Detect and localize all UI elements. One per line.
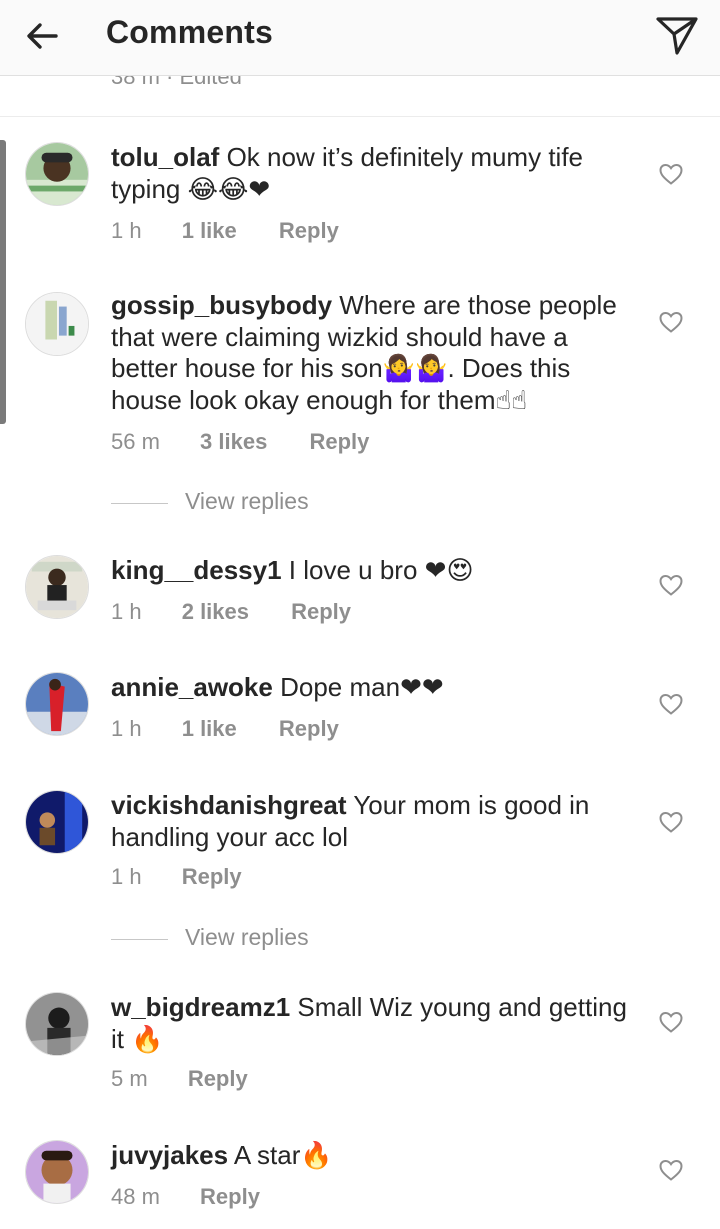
view-replies-button[interactable]: View replies: [111, 924, 511, 954]
heart-icon[interactable]: [658, 810, 684, 834]
comment-username[interactable]: w_bigdreamz1: [111, 992, 290, 1022]
view-replies-button[interactable]: View replies: [111, 488, 511, 518]
comment-username[interactable]: tolu_olaf: [111, 142, 219, 172]
heart-icon[interactable]: [658, 1158, 684, 1182]
comment-meta: 48 m Reply: [111, 1184, 260, 1210]
divider: [111, 939, 168, 940]
comment-body: tolu_olaf Ok now it’s definitely mumy ti…: [111, 142, 641, 206]
comment-time: 1 h: [111, 864, 142, 889]
avatar[interactable]: [25, 790, 89, 854]
avatar[interactable]: [25, 992, 89, 1056]
comment-likes[interactable]: 1 like: [182, 716, 237, 742]
comment-meta: 1 h 2 likes Reply: [111, 599, 351, 625]
comment-time: 1 h: [111, 716, 142, 741]
page-title: Comments: [106, 14, 273, 50]
avatar[interactable]: [25, 292, 89, 356]
comment-meta: 1 h 1 like Reply: [111, 716, 339, 742]
heart-icon[interactable]: [658, 310, 684, 334]
avatar[interactable]: [25, 142, 89, 206]
heart-icon[interactable]: [658, 692, 684, 716]
heart-icon[interactable]: [658, 162, 684, 186]
comment-username[interactable]: king__dessy1: [111, 555, 282, 585]
reply-button[interactable]: Reply: [182, 864, 242, 890]
comment-username[interactable]: vickishdanishgreat: [111, 790, 347, 820]
reply-button[interactable]: Reply: [200, 1184, 260, 1210]
reply-button[interactable]: Reply: [279, 218, 339, 244]
comment-likes[interactable]: 3 likes: [200, 429, 267, 455]
comment-meta: 1 h 1 like Reply: [111, 218, 339, 244]
comment-text: Dope man: [280, 672, 401, 702]
reply-button[interactable]: Reply: [188, 1066, 248, 1092]
comment-body: gossip_busybody Where are those people t…: [111, 290, 641, 417]
avatar[interactable]: [25, 1140, 89, 1204]
comment-time: 1 h: [111, 218, 142, 243]
comment-username[interactable]: juvyjakes: [111, 1140, 228, 1170]
comment-username[interactable]: gossip_busybody: [111, 290, 332, 320]
divider: [0, 116, 720, 117]
reply-button[interactable]: Reply: [309, 429, 369, 455]
divider: [111, 503, 168, 504]
comment-time: 1 h: [111, 599, 142, 624]
comment-meta: 5 m Reply: [111, 1066, 248, 1092]
avatar[interactable]: [25, 555, 89, 619]
comment-body: juvyjakes A star🔥: [111, 1140, 641, 1173]
heart-icon[interactable]: [658, 573, 684, 597]
reply-button[interactable]: Reply: [291, 599, 351, 625]
scrollbar[interactable]: [0, 140, 6, 424]
heart-icon[interactable]: [658, 1010, 684, 1034]
comment-body: king__dessy1 I love u bro ❤😍: [111, 555, 641, 588]
comment-meta: 1 h Reply: [111, 864, 242, 890]
comment-username[interactable]: annie_awoke: [111, 672, 273, 702]
avatar[interactable]: [25, 672, 89, 736]
reply-button[interactable]: Reply: [279, 716, 339, 742]
comment-emoji: 🔥: [131, 1024, 164, 1055]
comment-text: I love u bro: [288, 555, 418, 585]
comment-likes[interactable]: 2 likes: [182, 599, 249, 625]
view-replies-label[interactable]: View replies: [185, 488, 309, 515]
comment-emoji: ❤😍: [424, 556, 474, 586]
comment-emoji: 🔥: [300, 1141, 333, 1171]
comment-emoji: 😂😂❤: [187, 174, 271, 205]
comment-body: w_bigdreamz1 Small Wiz young and getting…: [111, 992, 641, 1056]
comment-time: 5 m: [111, 1066, 148, 1091]
comment-emoji: ❤❤: [400, 673, 444, 703]
paper-plane-icon[interactable]: [654, 12, 700, 58]
comment-time: 56 m: [111, 429, 160, 454]
comment-text: A star: [233, 1140, 301, 1170]
top-bar: Comments: [0, 0, 720, 76]
comment-likes[interactable]: 1 like: [182, 218, 237, 244]
comment-body: vickishdanishgreat Your mom is good in h…: [111, 790, 641, 853]
view-replies-label[interactable]: View replies: [185, 924, 309, 951]
arrow-left-icon[interactable]: [22, 16, 62, 56]
comment-body: annie_awoke Dope man❤❤: [111, 672, 641, 705]
comment-time: 48 m: [111, 1184, 160, 1209]
comment-meta: 56 m 3 likes Reply: [111, 429, 369, 455]
